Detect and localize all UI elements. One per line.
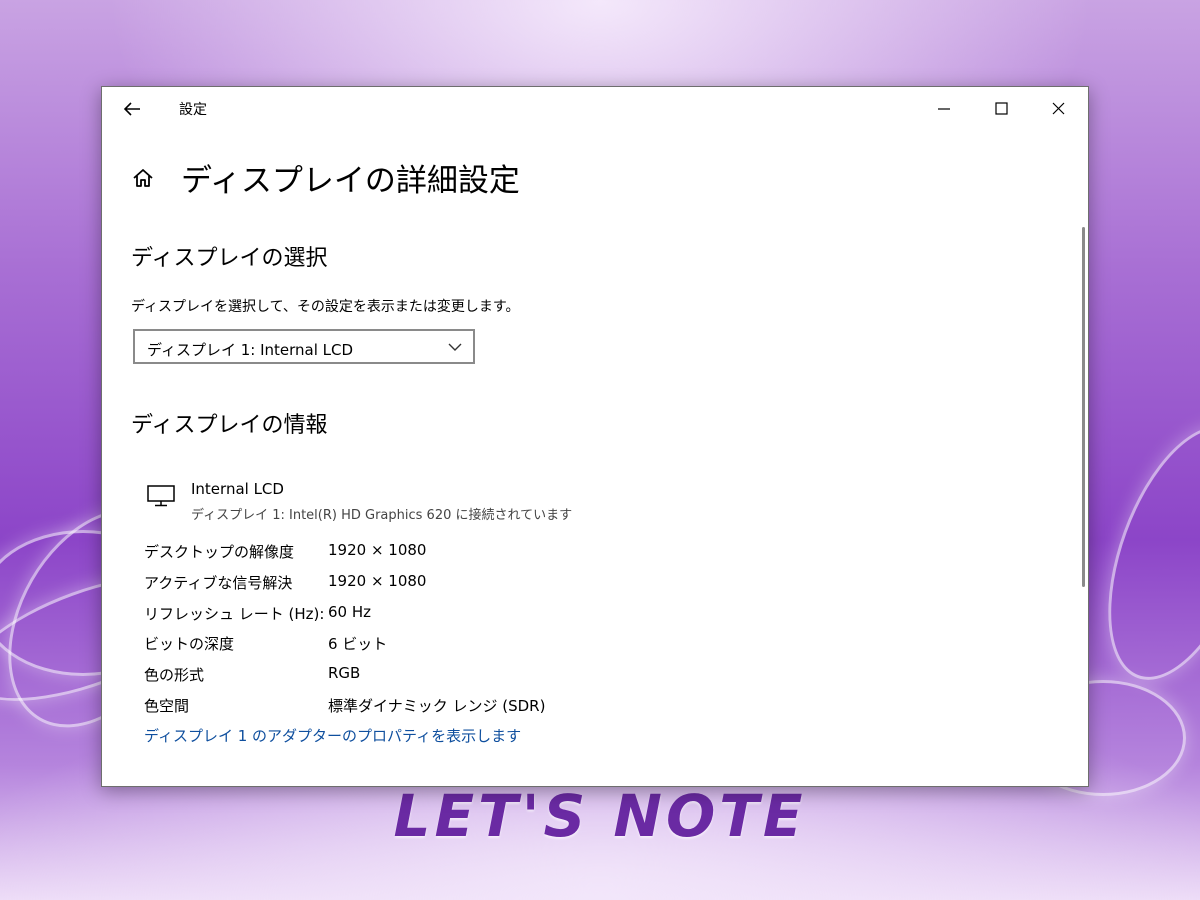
minimize-icon bbox=[938, 108, 950, 110]
display-select-value: ディスプレイ 1: Internal LCD bbox=[147, 341, 354, 359]
title-bar: 設定 bbox=[102, 87, 1088, 131]
info-label: ビットの深度 bbox=[144, 635, 235, 653]
info-value: RGB bbox=[328, 664, 361, 682]
info-label: 色の形式 bbox=[144, 666, 205, 684]
info-label: リフレッシュ レート (Hz): bbox=[144, 605, 325, 623]
vertical-scrollbar[interactable] bbox=[1082, 227, 1085, 587]
close-button[interactable] bbox=[1035, 93, 1081, 125]
info-value: 標準ダイナミック レンジ (SDR) bbox=[328, 697, 546, 715]
chevron-down-icon bbox=[448, 343, 462, 351]
home-icon bbox=[133, 169, 153, 187]
info-label: アクティブな信号解決 bbox=[144, 574, 293, 592]
monitor-icon bbox=[147, 485, 175, 507]
maximize-icon bbox=[995, 102, 1008, 115]
wallpaper-brand-logo: LET'S NOTE bbox=[393, 782, 807, 850]
info-label: 色空間 bbox=[144, 697, 190, 715]
display-connection-text: ディスプレイ 1: Intel(R) HD Graphics 620 に接続され… bbox=[191, 508, 573, 523]
info-value: 6 ビット bbox=[328, 635, 388, 653]
info-value: 1920 × 1080 bbox=[328, 572, 427, 590]
close-icon bbox=[1052, 102, 1065, 115]
window-title: 設定 bbox=[179, 102, 207, 118]
minimize-button[interactable] bbox=[921, 93, 967, 125]
settings-window: 設定 ディスプレイの詳細設定 ディスプレイの選択 ディスプレイを選択して、その設… bbox=[101, 86, 1089, 787]
display-select-dropdown[interactable]: ディスプレイ 1: Internal LCD bbox=[133, 329, 475, 364]
page-title: ディスプレイの詳細設定 bbox=[181, 163, 520, 199]
maximize-button[interactable] bbox=[978, 93, 1024, 125]
display-name: Internal LCD bbox=[191, 480, 284, 498]
home-button[interactable] bbox=[130, 165, 156, 191]
info-label: デスクトップの解像度 bbox=[144, 543, 295, 561]
info-value: 1920 × 1080 bbox=[328, 541, 427, 559]
adapter-properties-link[interactable]: ディスプレイ 1 のアダプターのプロパティを表示します bbox=[144, 725, 521, 746]
info-value: 60 Hz bbox=[328, 603, 372, 621]
display-selection-description: ディスプレイを選択して、その設定を表示または変更します。 bbox=[131, 299, 520, 315]
display-info-heading: ディスプレイの情報 bbox=[131, 413, 328, 438]
back-button[interactable] bbox=[116, 97, 148, 121]
back-arrow-icon bbox=[123, 102, 140, 116]
display-selection-heading: ディスプレイの選択 bbox=[131, 246, 328, 271]
